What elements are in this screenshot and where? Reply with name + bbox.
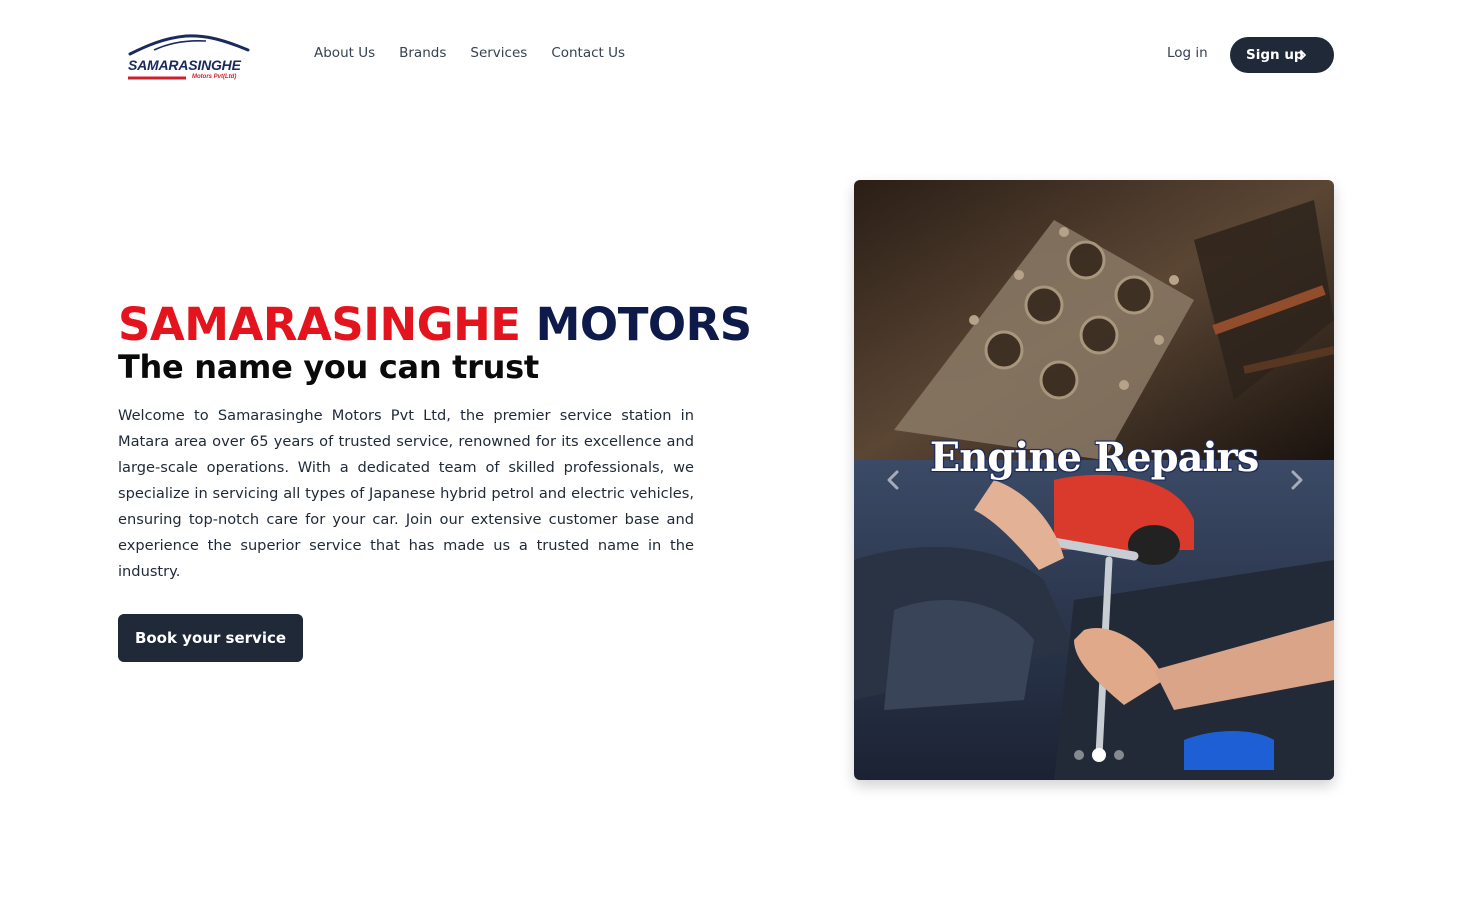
login-link[interactable]: Log in bbox=[1167, 45, 1208, 61]
chevron-right-icon[interactable] bbox=[1284, 468, 1308, 492]
chevron-left-icon[interactable] bbox=[882, 468, 906, 492]
logo-subtitle: Motors Pvt(Ltd) bbox=[192, 74, 237, 80]
hero-description: Welcome to Samarasinghe Motors Pvt Ltd, … bbox=[118, 407, 694, 580]
hero-title: SAMARASINGHE MOTORS bbox=[118, 298, 752, 351]
carousel-indicators bbox=[1074, 748, 1124, 762]
signup-label: Sign up bbox=[1246, 47, 1304, 63]
carousel-dot-3[interactable] bbox=[1114, 750, 1124, 760]
nav-about-us[interactable]: About Us bbox=[314, 45, 375, 61]
service-carousel[interactable]: Engine Repairs bbox=[854, 180, 1334, 780]
brand-logo[interactable]: SAMARASINGHE Motors Pvt(Ltd) bbox=[126, 32, 252, 84]
carousel-dot-1[interactable] bbox=[1074, 750, 1084, 760]
hero-title-motors: MOTORS bbox=[535, 298, 753, 351]
carousel-dot-2[interactable] bbox=[1092, 748, 1106, 762]
nav-brands[interactable]: Brands bbox=[399, 45, 446, 61]
slide-title: Engine Repairs bbox=[929, 434, 1260, 481]
hero-subtitle: The name you can trust bbox=[118, 348, 539, 386]
nav-contact-us[interactable]: Contact Us bbox=[551, 45, 625, 61]
logo-wordmark: SAMARASINGHE bbox=[128, 57, 241, 73]
site-header: SAMARASINGHE Motors Pvt(Ltd) About Us Br… bbox=[0, 0, 1464, 110]
main-nav: About Us Brands Services Contact Us bbox=[314, 45, 649, 61]
nav-services[interactable]: Services bbox=[470, 45, 527, 61]
hero-title-brand: SAMARASINGHE bbox=[118, 298, 521, 351]
book-service-button[interactable]: Book your service bbox=[118, 614, 303, 662]
chevron-right-icon bbox=[1300, 50, 1306, 60]
signup-button[interactable]: Sign up bbox=[1230, 37, 1334, 73]
